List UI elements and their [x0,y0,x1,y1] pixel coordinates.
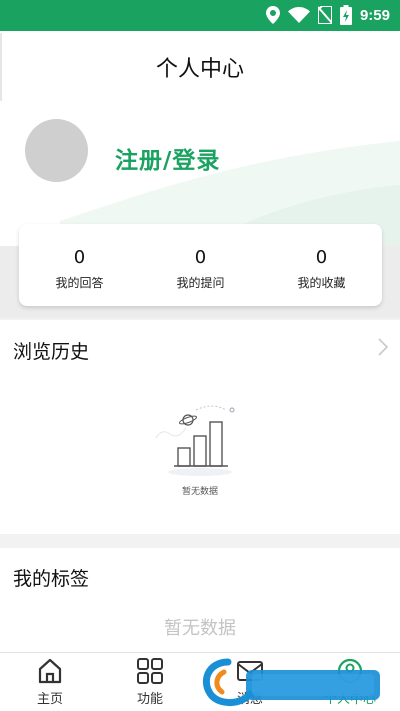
empty-chart-icon [155,405,235,476]
home-icon [38,658,62,684]
status-bar: 9:59 [0,0,400,31]
status-icons: 9:59 [265,5,390,25]
stat-my-questions[interactable]: 0 我的提问 [140,224,261,306]
wifi-icon [287,7,310,23]
stat-label: 我的提问 [176,276,225,290]
nav-functions[interactable]: 功能 [100,653,200,711]
status-time: 9:59 [359,6,390,24]
stat-value: 0 [194,247,207,268]
nav-label: 主页 [36,692,63,707]
empty-state-text: 暂无数据 [181,487,218,497]
section-title: 浏览历史 [13,341,90,363]
stat-my-answers[interactable]: 0 我的回答 [19,224,140,306]
empty-state-text: 暂无数据 [164,618,236,639]
nav-label: 功能 [136,692,163,707]
stat-label: 我的收藏 [297,276,346,290]
watermark-logo [203,658,380,706]
avatar[interactable] [25,119,88,182]
stat-value: 0 [315,247,328,268]
chevron-right-icon[interactable] [378,338,388,356]
tags-section: 我的标签 暂无数据 [0,548,400,652]
header: 个人中心 [0,31,400,103]
login-register-link[interactable]: 注册/登录 [115,141,220,175]
stat-label: 我的回答 [55,276,104,290]
battery-charging-icon [339,5,352,25]
location-icon [265,6,280,24]
stat-my-favorites[interactable]: 0 我的收藏 [261,224,382,306]
grid-icon [137,658,163,684]
page-title: 个人中心 [155,57,244,82]
nav-home[interactable]: 主页 [0,653,100,711]
stats-card: 0 我的回答 0 我的提问 0 我的收藏 [19,224,382,306]
history-section[interactable]: 浏览历史 暂无数据 [0,320,400,534]
section-title: 我的标签 [13,568,90,590]
sim-off-icon [317,6,332,24]
stat-value: 0 [73,247,86,268]
